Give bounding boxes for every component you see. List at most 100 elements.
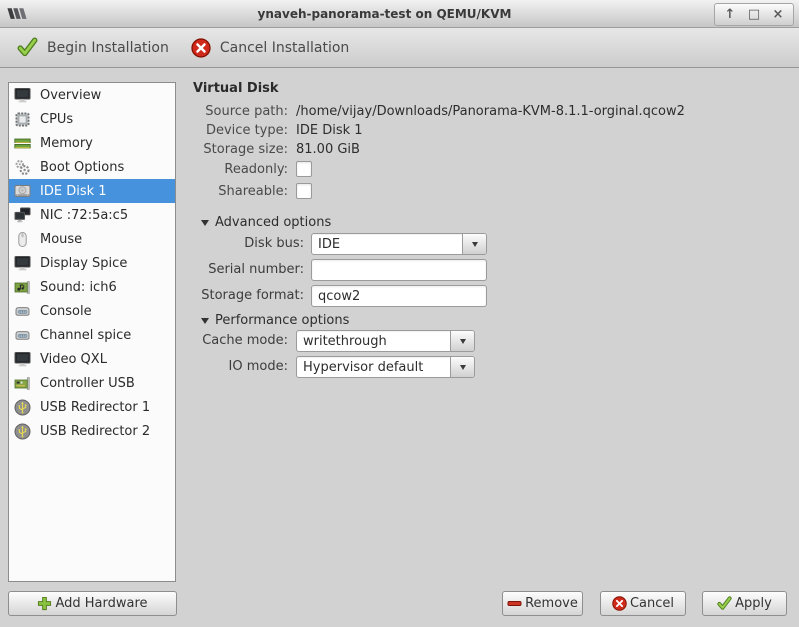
- sidebar-item-memory[interactable]: Memory: [9, 131, 175, 155]
- maximize-button[interactable]: □: [744, 5, 764, 24]
- io-mode-select[interactable]: Hypervisor default: [296, 356, 475, 378]
- shade-window-button[interactable]: ↑: [720, 5, 740, 24]
- sidebar-item-label: Memory: [40, 135, 93, 151]
- vm-details-window: ynaveh-panorama-test on QEMU/KVM ↑ □ × B…: [0, 0, 799, 627]
- shareable-checkbox[interactable]: [296, 183, 312, 199]
- begin-installation-button[interactable]: Begin Installation: [13, 32, 173, 64]
- sidebar-item-console[interactable]: Console: [9, 299, 175, 323]
- readonly-checkbox[interactable]: [296, 161, 312, 177]
- monitor-icon: [14, 351, 31, 368]
- sidebar-item-label: USB Redirector 2: [40, 423, 151, 439]
- sidebar-item-usb-redirector-1[interactable]: USB Redirector 1: [9, 395, 175, 419]
- sidebar-item-label: USB Redirector 1: [40, 399, 151, 415]
- serial-number-label: Serial number:: [208, 262, 304, 277]
- add-hardware-button[interactable]: Add Hardware: [8, 591, 177, 616]
- virt-manager-logo-icon: [5, 5, 29, 22]
- apply-button[interactable]: Apply: [702, 591, 787, 616]
- storage-size-value: 81.00 GiB: [296, 141, 360, 157]
- begin-installation-label: Begin Installation: [47, 39, 169, 56]
- sidebar-item-boot-options[interactable]: Boot Options: [9, 155, 175, 179]
- sidebar-item-label: Console: [40, 303, 92, 319]
- advanced-options-header: Advanced options: [215, 215, 332, 230]
- shareable-label: Shareable:: [218, 183, 288, 199]
- sidebar-item-display-spice[interactable]: Display Spice: [9, 251, 175, 275]
- cache-mode-select[interactable]: writethrough: [296, 330, 475, 352]
- storage-size-label: Storage size:: [203, 141, 288, 157]
- disk-bus-label: Disk bus:: [244, 236, 304, 251]
- gears-icon: [14, 159, 31, 176]
- sidebar-item-usb-redirector-2[interactable]: USB Redirector 2: [9, 419, 175, 443]
- source-path-value: /home/vijay/Downloads/Panorama-KVM-8.1.1…: [296, 103, 685, 119]
- window-title: ynaveh-panorama-test on QEMU/KVM: [257, 6, 512, 21]
- mouse-icon: [14, 231, 31, 248]
- disk-bus-value: IDE: [318, 236, 341, 252]
- minus-icon: [507, 596, 522, 611]
- storage-format-label: Storage format:: [201, 288, 304, 303]
- expander-triangle-icon: [201, 317, 209, 324]
- cpu-icon: [14, 111, 31, 128]
- sidebar-item-channel-spice[interactable]: Channel spice: [9, 323, 175, 347]
- cancel-label: Cancel: [629, 596, 675, 611]
- sidebar-item-mouse[interactable]: Mouse: [9, 227, 175, 251]
- sidebar-item-nic[interactable]: NIC :72:5a:c5: [9, 203, 175, 227]
- combo-arrow-button[interactable]: [450, 331, 474, 351]
- remove-button[interactable]: Remove: [502, 591, 583, 616]
- sidebar-item-label: Display Spice: [40, 255, 128, 271]
- sidebar-item-video-qxl[interactable]: Video QXL: [9, 347, 175, 371]
- toolbar: Begin Installation Cancel Installation: [0, 28, 799, 68]
- sidebar-item-label: IDE Disk 1: [40, 183, 107, 199]
- network-icon: [14, 207, 31, 224]
- sidebar-item-cpus[interactable]: CPUs: [9, 107, 175, 131]
- usb-icon: [14, 423, 31, 440]
- disk-bus-select[interactable]: IDE: [311, 233, 487, 255]
- cancel-button[interactable]: Cancel: [600, 591, 686, 616]
- sidebar-item-sound[interactable]: Sound: ich6: [9, 275, 175, 299]
- green-check-icon: [717, 596, 732, 611]
- close-button[interactable]: ×: [768, 5, 788, 24]
- sidebar-item-label: Controller USB: [40, 375, 135, 391]
- titlebar: ynaveh-panorama-test on QEMU/KVM ↑ □ ×: [0, 0, 799, 28]
- device-type-value: IDE Disk 1: [296, 122, 363, 138]
- io-mode-label: IO mode:: [228, 359, 288, 374]
- remove-label: Remove: [525, 596, 578, 611]
- sidebar-item-label: Sound: ich6: [40, 279, 117, 295]
- combo-arrow-button[interactable]: [450, 357, 474, 377]
- io-mode-row: IO mode: Hypervisor default: [188, 356, 475, 378]
- shareable-row: Shareable:: [188, 183, 312, 199]
- expander-triangle-icon: [201, 219, 209, 226]
- plus-icon: [37, 596, 52, 611]
- device-type-label: Device type:: [205, 122, 288, 138]
- sidebar-item-label: Overview: [40, 87, 102, 103]
- memory-icon: [14, 135, 31, 152]
- source-path-row: Source path: /home/vijay/Downloads/Panor…: [188, 103, 685, 119]
- sidebar-item-label: NIC :72:5a:c5: [40, 207, 129, 223]
- hardware-list: Overview CPUs Memory Boot Options IDE Di…: [8, 82, 176, 582]
- cancel-installation-label: Cancel Installation: [219, 39, 350, 56]
- window-controls: ↑ □ ×: [714, 3, 794, 26]
- cache-mode-value: writethrough: [303, 333, 387, 349]
- add-hardware-label: Add Hardware: [55, 596, 148, 611]
- sound-card-icon: [14, 279, 31, 296]
- performance-options-expander[interactable]: Performance options: [201, 313, 349, 328]
- cancel-installation-button[interactable]: Cancel Installation: [187, 32, 353, 64]
- storage-format-row: Storage format:: [188, 285, 487, 307]
- serial-console-icon: [14, 303, 31, 320]
- advanced-options-expander[interactable]: Advanced options: [201, 215, 331, 230]
- sidebar-item-ide-disk-1[interactable]: IDE Disk 1: [9, 179, 175, 203]
- io-mode-value: Hypervisor default: [303, 359, 424, 375]
- red-x-circle-icon: [612, 596, 627, 611]
- chevron-down-icon: [471, 241, 478, 247]
- combo-arrow-button[interactable]: [462, 234, 486, 254]
- serial-number-row: Serial number:: [188, 259, 487, 281]
- apply-label: Apply: [735, 596, 772, 611]
- controller-card-icon: [14, 375, 31, 392]
- sidebar-item-label: CPUs: [40, 111, 74, 127]
- storage-format-input[interactable]: [311, 285, 487, 307]
- serial-number-input[interactable]: [311, 259, 487, 281]
- performance-options-header: Performance options: [215, 313, 350, 328]
- sidebar-item-overview[interactable]: Overview: [9, 83, 175, 107]
- monitor-icon: [14, 255, 31, 272]
- sidebar-item-controller-usb[interactable]: Controller USB: [9, 371, 175, 395]
- disk-bus-row: Disk bus: IDE: [188, 233, 487, 255]
- red-x-circle-icon: [191, 38, 211, 58]
